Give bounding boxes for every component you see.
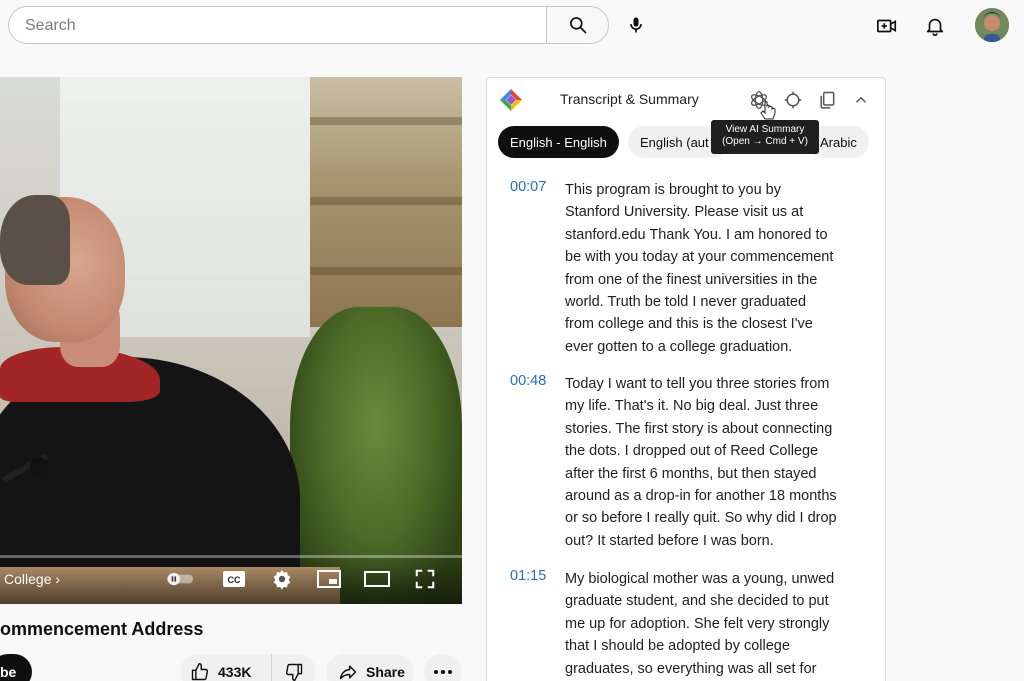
like-button[interactable]: 433K (180, 654, 272, 681)
notifications-button[interactable] (917, 8, 953, 44)
video-scene-mic (30, 457, 48, 475)
subscribe-label: be (0, 664, 17, 680)
fullscreen-icon (415, 569, 435, 589)
transcript-line: out? It started before I was born. (565, 532, 774, 549)
captions-icon: CC (223, 571, 245, 587)
video-player[interactable] (0, 77, 462, 604)
crosshair-icon (784, 91, 802, 109)
create-button[interactable] (869, 8, 905, 44)
user-avatar-image (975, 8, 1009, 42)
language-selector: English - English English (aut Arabic (498, 126, 878, 158)
search-button[interactable] (546, 6, 609, 44)
transcript-line: stanford.edu Thank You. I am honored to (565, 226, 828, 243)
video-title: ommencement Address (0, 619, 204, 639)
chapter-label: College (4, 571, 52, 587)
transcript-line: graduate student, and she decided to put (565, 593, 829, 610)
settings-button[interactable] (268, 568, 296, 590)
autoplay-toggle[interactable] (166, 568, 194, 590)
more-actions-button[interactable] (424, 654, 462, 681)
copy-transcript-button[interactable] (814, 87, 840, 113)
transcript-line: after the first 6 months, but then staye… (565, 465, 817, 482)
transcript-line: the dots. I dropped out of Reed College (565, 443, 819, 460)
microphone-icon (630, 17, 642, 33)
transcript-line: from one of the finest universities in t… (565, 271, 818, 288)
transcript-line: or so before I really quit. So why did I… (565, 510, 837, 527)
dislike-button[interactable] (272, 654, 316, 681)
search-box[interactable] (8, 6, 546, 44)
ai-summary-tooltip: View AI Summary (Open → Cmd + V) (711, 120, 819, 154)
gear-icon (273, 569, 291, 590)
svg-text:CC: CC (228, 575, 241, 585)
chapter-title[interactable]: College › (4, 571, 60, 587)
video-scene-speaker-hair (0, 195, 70, 285)
lang-label: English - English (510, 134, 607, 150)
panel-title: Transcript & Summary (560, 91, 699, 107)
miniplayer-icon (317, 570, 341, 588)
search-icon (569, 17, 586, 34)
video-camera-plus-icon (877, 19, 897, 33)
theater-mode-button[interactable] (363, 568, 391, 590)
like-dislike-group: 433K (180, 654, 316, 681)
thumbs-up-icon (191, 662, 209, 681)
transcript-line: Today I want to tell you three stories f… (565, 376, 830, 392)
timestamp-link[interactable]: 00:48 (510, 373, 546, 389)
more-horizontal-icon (434, 670, 452, 674)
like-count: 433K (218, 664, 252, 680)
copy-icon (820, 91, 835, 109)
transcript-line: that I should be adopted by college (565, 638, 790, 655)
transcript-line: me up for adoption. She felt very strong… (565, 615, 830, 632)
theater-mode-icon (364, 571, 390, 587)
transcript-line: ever gotten to a college graduation. (565, 338, 793, 355)
mouse-pointer-icon (760, 101, 776, 120)
fullscreen-button[interactable] (411, 568, 439, 590)
tooltip-line: (Open → Cmd + V) (722, 136, 808, 147)
voice-search-button[interactable] (617, 6, 655, 44)
progress-bar[interactable] (0, 555, 462, 558)
timestamp-link[interactable]: 01:15 (510, 568, 546, 584)
thumbs-down-icon (285, 663, 303, 681)
lang-label: Arabic (820, 134, 857, 150)
sync-position-button[interactable] (780, 87, 806, 113)
transcript-text: This program is brought to you by Stanfo… (565, 179, 867, 358)
share-label: Share (366, 664, 405, 680)
transcript-line: around as a drop-in for another 18 month… (565, 488, 837, 505)
extension-logo-icon (500, 89, 522, 111)
transcript-line: from college and this is the closest I'v… (565, 316, 813, 333)
miniplayer-button[interactable] (315, 568, 343, 590)
transcript-line: My biological mother was a young, unwed (565, 571, 835, 587)
chevron-right-icon: › (55, 571, 61, 587)
search-input[interactable] (25, 16, 525, 36)
share-button[interactable]: Share (326, 654, 414, 681)
bell-icon (926, 18, 944, 36)
transcript-line: graduates, so everything was all set for (565, 660, 817, 677)
captions-button[interactable]: CC (220, 568, 248, 590)
transcript-line: be with you today at your commencement (565, 249, 834, 266)
transcript-line: This program is brought to you by (565, 182, 781, 198)
lang-label: English (aut (640, 134, 709, 150)
transcript-line: my life. That's it. No big deal. Just th… (565, 398, 819, 415)
timestamp-link[interactable]: 00:07 (510, 179, 546, 195)
avatar[interactable] (975, 8, 1009, 42)
transcript-text: Today I want to tell you three stories f… (565, 373, 867, 552)
subscribe-button[interactable]: be (0, 654, 32, 681)
tooltip-line: View AI Summary (725, 124, 805, 135)
transcript-line: Stanford University. Please visit us at (565, 204, 804, 221)
lang-pill-english[interactable]: English - English (498, 126, 619, 158)
share-icon (339, 665, 357, 680)
transcript-line: world. Truth be told I never graduated (565, 294, 807, 311)
chevron-up-icon (855, 96, 867, 103)
transcript-line: stories. The first story is about connec… (565, 420, 833, 437)
collapse-panel-button[interactable] (848, 87, 874, 113)
transcript-text: My biological mother was a young, unwed … (565, 568, 867, 680)
autoplay-toggle-icon (166, 572, 194, 586)
